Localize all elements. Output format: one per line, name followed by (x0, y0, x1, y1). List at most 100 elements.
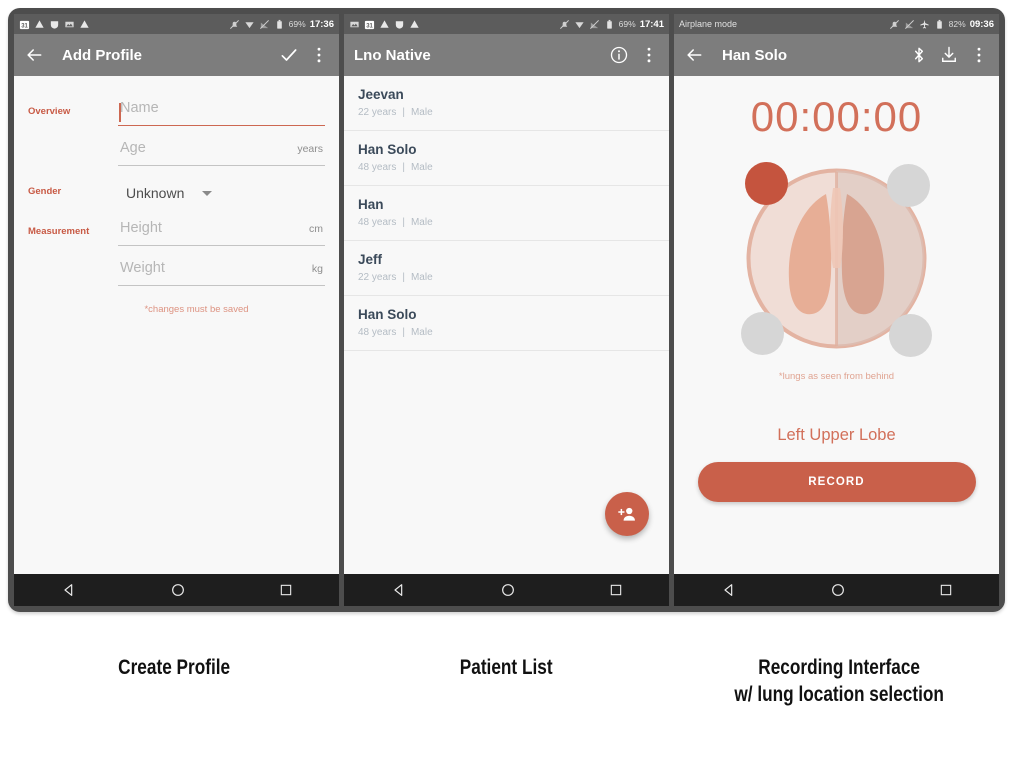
caption-patient-list: Patient List (460, 656, 553, 679)
lung-dot-right-lower[interactable] (889, 314, 932, 357)
image-icon (64, 19, 75, 30)
nav-recents-icon[interactable] (609, 583, 623, 597)
battery-percent: 69% (618, 19, 636, 29)
wifi-icon (574, 19, 585, 30)
phone-patient-list: 31 69% 17:41 Lno Native Jeevan 22 years … (344, 14, 669, 606)
overflow-icon[interactable] (639, 45, 659, 65)
patient-gender: Male (410, 327, 433, 338)
list-item[interactable]: Han 48 years | Male (344, 186, 669, 241)
patient-name: Jeff (358, 252, 383, 267)
age-unit: years (297, 143, 323, 155)
lung-dot-right-upper[interactable] (887, 164, 930, 207)
shield-icon (49, 19, 60, 30)
arrow-back-icon[interactable] (24, 45, 44, 65)
patient-meta: 22 years | Male (358, 272, 655, 283)
weight-unit: kg (311, 263, 323, 275)
patient-name: Han Solo (358, 307, 417, 322)
name-placeholder: Name (120, 100, 159, 116)
device-frame-strip: 31 69% 17:36 Add Profile Overview Name A… (8, 8, 1005, 612)
person-add-icon (617, 504, 638, 525)
meta-separator: | (402, 272, 405, 283)
drive-icon (379, 19, 390, 30)
form-row-age: Age years (28, 130, 325, 166)
patient-name: Han Solo (358, 142, 417, 157)
check-icon[interactable] (279, 45, 299, 65)
patient-list-screen: Jeevan 22 years | Male Han Solo 48 years | M… (344, 76, 669, 574)
wifi-icon (244, 19, 255, 30)
lung-dot-left-upper[interactable] (745, 162, 788, 205)
airplane-icon (919, 19, 930, 30)
recording-timer: 00:00:00 (750, 93, 923, 140)
overflow-icon[interactable] (309, 45, 329, 65)
chevron-down-icon (202, 190, 213, 196)
nav-home-icon[interactable] (830, 582, 846, 598)
patient-age: 48 years (358, 162, 397, 173)
record-button[interactable]: RECORD (697, 462, 976, 502)
lung-diagram[interactable] (729, 156, 944, 361)
nav-home-icon[interactable] (170, 582, 186, 598)
height-placeholder: Height (120, 220, 162, 236)
app-bar: Lno Native (344, 34, 669, 76)
age-placeholder: Age (120, 140, 146, 156)
patient-age: 48 years (358, 327, 397, 338)
signal-off-icon (259, 19, 270, 30)
airplane-mode-label: Airplane mode (679, 19, 738, 29)
bluetooth-icon[interactable] (909, 45, 929, 65)
status-bar: Airplane mode 82% 09:36 (674, 14, 999, 34)
name-input[interactable]: Name (118, 100, 325, 126)
patient-name: Han (358, 197, 384, 212)
drive-icon (34, 19, 45, 30)
battery-icon (934, 19, 945, 30)
phone-create-profile: 31 69% 17:36 Add Profile Overview Name A… (14, 14, 339, 606)
patient-gender: Male (410, 162, 433, 173)
android-nav-bar (674, 574, 999, 606)
selected-lobe-label: Left Upper Lobe (777, 426, 896, 444)
nav-back-icon[interactable] (391, 582, 407, 598)
list-item[interactable]: Han Solo 48 years | Male (344, 131, 669, 186)
lung-dot-left-lower[interactable] (741, 312, 784, 355)
nav-recents-icon[interactable] (939, 583, 953, 597)
form-label-blank-1 (28, 157, 118, 166)
android-nav-bar (344, 574, 669, 606)
nav-back-icon[interactable] (61, 582, 77, 598)
nav-home-icon[interactable] (500, 582, 516, 598)
status-bar: 31 69% 17:41 (344, 14, 669, 34)
weight-input[interactable]: Weight kg (118, 260, 325, 286)
patient-gender: Male (410, 272, 433, 283)
nav-recents-icon[interactable] (279, 583, 293, 597)
download-icon[interactable] (939, 45, 959, 65)
patient-list: Jeevan 22 years | Male Han Solo 48 years | M… (344, 76, 669, 351)
lung-orientation-note: *lungs as seen from behind (778, 371, 895, 382)
battery-percent: 82% (948, 19, 966, 29)
patient-gender: Male (410, 217, 433, 228)
shield-icon (394, 19, 405, 30)
list-item[interactable]: Han Solo 48 years | Male (344, 296, 669, 351)
gender-select[interactable]: Unknown (118, 185, 325, 206)
phone-recording-interface: Airplane mode 82% 09:36 Han Solo 00:00:0… (674, 14, 999, 606)
patient-age: 22 years (358, 107, 397, 118)
page-title: Add Profile (62, 46, 143, 64)
gender-value: Unknown (126, 185, 185, 201)
patient-age: 48 years (358, 217, 397, 228)
patient-meta: 48 years | Male (358, 162, 655, 173)
arrow-back-icon[interactable] (684, 45, 704, 65)
form-row-weight: Weight kg (28, 250, 325, 286)
weight-placeholder: Weight (120, 260, 165, 276)
list-item[interactable]: Jeff 22 years | Male (344, 241, 669, 296)
info-icon[interactable] (609, 45, 629, 65)
overflow-icon[interactable] (969, 45, 989, 65)
nav-back-icon[interactable] (721, 582, 737, 598)
age-input[interactable]: Age years (118, 140, 325, 166)
form-label-measurement: Measurement (28, 226, 90, 237)
meta-separator: | (402, 327, 405, 338)
save-note: *changes must be saved (144, 304, 249, 315)
calendar-icon: 31 (364, 19, 375, 30)
list-item[interactable]: Jeevan 22 years | Male (344, 76, 669, 131)
battery-icon (274, 19, 285, 30)
add-patient-fab[interactable] (605, 492, 649, 536)
height-input[interactable]: Height cm (118, 220, 325, 246)
height-unit: cm (309, 223, 323, 235)
status-bar: 31 69% 17:36 (14, 14, 339, 34)
caption-row: Create Profile Patient List Recording In… (8, 655, 1005, 709)
form-label-gender: Gender (28, 186, 62, 197)
